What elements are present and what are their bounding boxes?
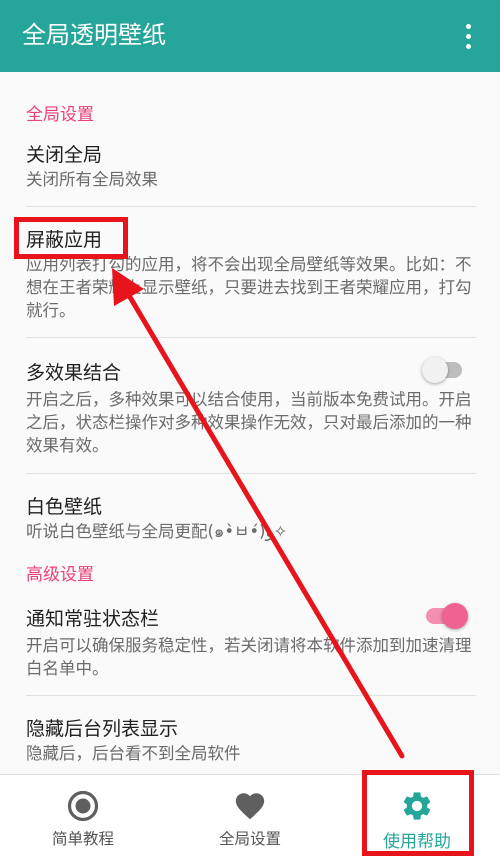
pref-summary: 关闭所有全局效果 bbox=[26, 170, 158, 189]
section-header-global: 全局设置 bbox=[26, 105, 94, 125]
nav-label: 简单教程 bbox=[51, 830, 114, 848]
pref-summary: 应用列表打勾的应用，将不会出现全局壁纸等效果。比如：不想在王者荣耀上显示壁纸，只… bbox=[26, 255, 472, 320]
heart-icon bbox=[235, 793, 265, 820]
nav-label: 全局设置 bbox=[218, 830, 281, 848]
pref-summary: 隐藏后，后台看不到全局软件 bbox=[26, 744, 241, 763]
annotation-box-block-apps bbox=[14, 217, 128, 259]
pref-summary: 开启之后，多种效果可以结合使用，当前版本免费试用。开启之后，状态栏操作对多种效果… bbox=[26, 390, 472, 455]
pref-close-global[interactable]: 关闭全局 关闭所有全局效果 bbox=[0, 130, 500, 206]
multi-effect-switch[interactable] bbox=[422, 357, 462, 383]
pref-multi-effect[interactable]: 多效果结合 开启之后，多种效果可以结合使用，当前版本免费试用。开启之后，状态栏操… bbox=[0, 338, 500, 472]
settings-list[interactable]: 全局设置 关闭全局 关闭所有全局效果 屏蔽应用 应用列表打勾的应用，将不会出现全… bbox=[0, 72, 500, 774]
more-vert-icon[interactable] bbox=[450, 18, 486, 54]
pref-title: 白色壁纸 bbox=[26, 496, 103, 518]
annotation-box-help-tab bbox=[362, 770, 474, 856]
pref-title: 隐藏后台列表显示 bbox=[26, 718, 179, 740]
pref-summary: 听说白色壁纸与全局更配(๑•̀ㅂ•́)و✧ bbox=[26, 522, 288, 541]
radio-button-icon bbox=[67, 790, 99, 822]
pref-title: 通知常驻状态栏 bbox=[26, 608, 160, 630]
pref-hide-recents[interactable]: 隐藏后台列表显示 隐藏后，后台看不到全局软件 bbox=[0, 696, 500, 774]
pref-title: 关闭全局 bbox=[26, 144, 103, 166]
pref-title: 多效果结合 bbox=[26, 362, 122, 384]
app-title: 全局透明壁纸 bbox=[22, 21, 166, 49]
pref-notify-bar[interactable]: 通知常驻状态栏 开启可以确保服务稳定性，若关闭请将本软件添加到加速清理白名单中。 bbox=[0, 590, 500, 694]
switch-thumb bbox=[422, 357, 448, 383]
section-header-advanced: 高级设置 bbox=[26, 565, 94, 585]
app-bar: 全局透明壁纸 bbox=[0, 0, 500, 72]
pref-summary: 开启可以确保服务稳定性，若关闭请将本软件添加到加速清理白名单中。 bbox=[26, 636, 472, 678]
switch-thumb bbox=[442, 603, 468, 629]
notify-bar-switch[interactable] bbox=[426, 603, 468, 629]
nav-tutorial[interactable]: 简单教程 bbox=[0, 775, 166, 858]
pref-white-wallpaper[interactable]: 白色壁纸 听说白色壁纸与全局更配(๑•̀ㅂ•́)و✧ bbox=[0, 474, 500, 554]
nav-global-settings[interactable]: 全局设置 bbox=[167, 775, 333, 858]
